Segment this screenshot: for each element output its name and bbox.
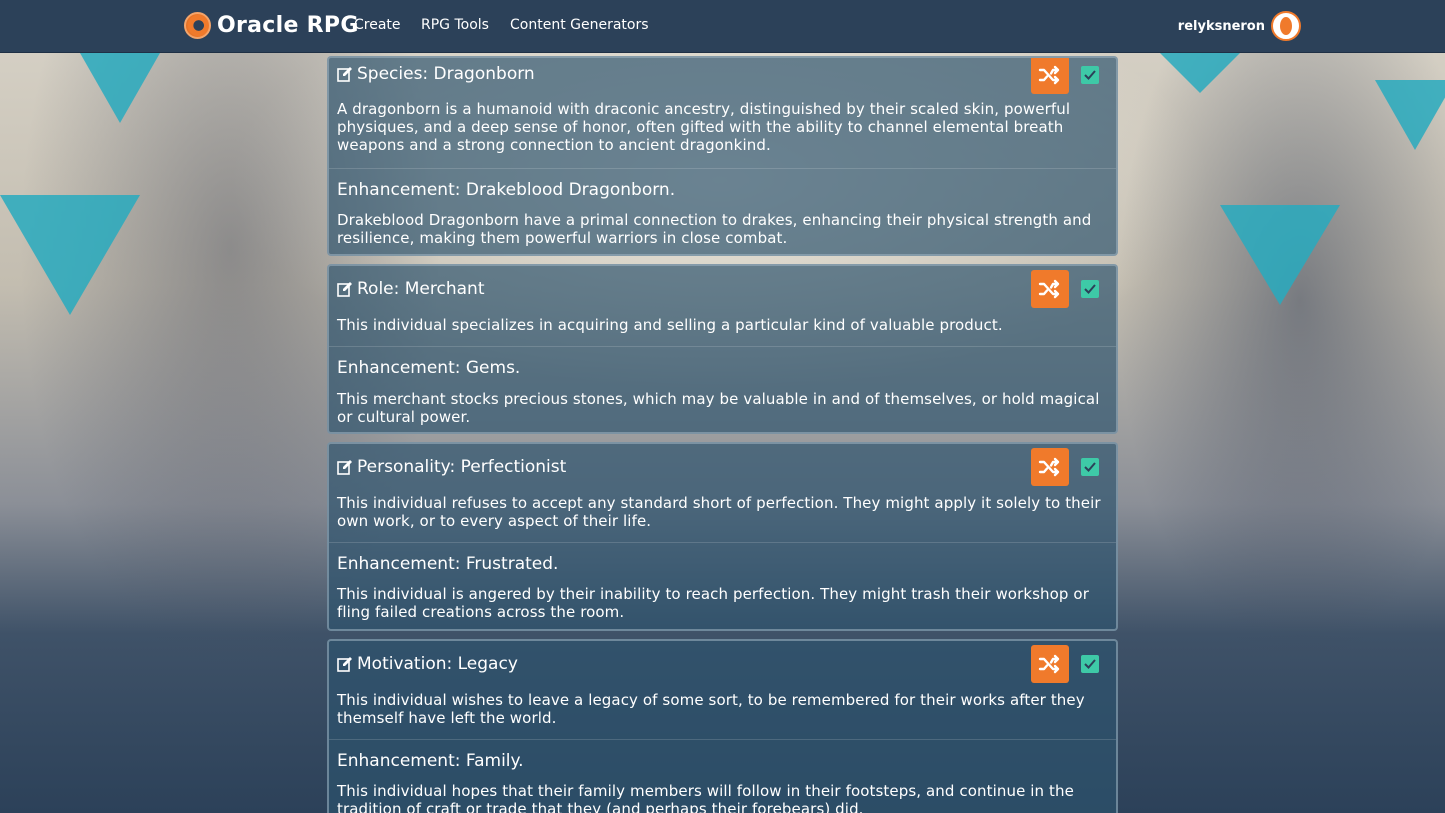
card-enhancement-section: Enhancement: Frustrated. This individual…	[329, 543, 1116, 629]
card-personality: Personality: Perfectionist This individu…	[327, 442, 1118, 631]
card-description: A dragonborn is a humanoid with draconic…	[337, 100, 1071, 154]
card-description: This individual specializes in acquiring…	[337, 316, 1003, 334]
enhancement-description: This individual is angered by their inab…	[337, 585, 1089, 621]
shuffle-button[interactable]	[1031, 58, 1069, 94]
check-icon	[1084, 70, 1096, 80]
include-checkbox[interactable]	[1081, 655, 1099, 673]
enhancement-title: Enhancement: Family.	[337, 751, 524, 771]
card-main-section: Species: Dragonborn A dragonborn is a hu…	[329, 58, 1116, 168]
decor-triangle	[0, 195, 140, 315]
enhancement-description: This merchant stocks precious stones, wh…	[337, 390, 1100, 426]
brand-logo[interactable]: Oracle RPG	[184, 12, 359, 39]
shuffle-icon	[1038, 457, 1060, 477]
decor-triangle	[1375, 80, 1445, 150]
decor-triangle	[80, 53, 160, 123]
include-checkbox[interactable]	[1081, 66, 1099, 84]
brand-name: Oracle RPG	[217, 13, 359, 38]
avatar[interactable]	[1271, 11, 1301, 41]
edit-icon[interactable]	[337, 66, 353, 82]
card-title: Species: Dragonborn	[357, 64, 535, 84]
edit-icon[interactable]	[337, 459, 353, 475]
card-title: Role: Merchant	[357, 279, 485, 299]
card-description: This individual wishes to leave a legacy…	[337, 691, 1085, 727]
enhancement-description: This individual hopes that their family …	[337, 782, 1074, 813]
card-title-row: Role: Merchant	[337, 279, 484, 299]
enhancement-title: Enhancement: Gems.	[337, 358, 521, 378]
card-title-row: Species: Dragonborn	[337, 64, 535, 84]
shuffle-icon	[1038, 654, 1060, 674]
card-main-section: Role: Merchant This individual specializ…	[329, 266, 1116, 346]
card-enhancement-section: Enhancement: Gems. This merchant stocks …	[329, 347, 1116, 432]
oracle-logo-icon	[184, 12, 211, 39]
username[interactable]: relyksneron	[1178, 19, 1265, 34]
check-icon	[1084, 462, 1096, 472]
include-checkbox[interactable]	[1081, 458, 1099, 476]
edit-icon[interactable]	[337, 281, 353, 297]
card-main-section: Motivation: Legacy This individual wishe…	[329, 641, 1116, 739]
enhancement-description: Drakeblood Dragonborn have a primal conn…	[337, 211, 1092, 247]
shuffle-button[interactable]	[1031, 645, 1069, 683]
enhancement-title: Enhancement: Frustrated.	[337, 554, 559, 574]
shuffle-icon	[1038, 279, 1060, 299]
card-main-section: Personality: Perfectionist This individu…	[329, 444, 1116, 542]
decor-triangle	[1160, 53, 1240, 93]
edit-icon[interactable]	[337, 656, 353, 672]
card-role: Role: Merchant This individual specializ…	[327, 264, 1118, 434]
check-icon	[1084, 659, 1096, 669]
decor-triangle	[1220, 205, 1340, 305]
card-title-row: Motivation: Legacy	[337, 654, 518, 674]
card-species: Species: Dragonborn A dragonborn is a hu…	[327, 56, 1118, 256]
card-description: This individual refuses to accept any st…	[337, 494, 1101, 530]
nav-rpg-tools[interactable]: RPG Tools	[421, 17, 489, 33]
enhancement-title: Enhancement: Drakeblood Dragonborn.	[337, 180, 676, 200]
shuffle-button[interactable]	[1031, 448, 1069, 486]
top-navbar: Oracle RPG Create RPG Tools Content Gene…	[0, 0, 1445, 53]
card-title: Personality: Perfectionist	[357, 457, 567, 477]
card-motivation: Motivation: Legacy This individual wishe…	[327, 639, 1118, 813]
card-title-row: Personality: Perfectionist	[337, 457, 566, 477]
card-enhancement-section: Enhancement: Drakeblood Dragonborn. Drak…	[329, 169, 1116, 254]
avatar-icon	[1280, 17, 1292, 35]
check-icon	[1084, 284, 1096, 294]
card-enhancement-section: Enhancement: Family. This individual hop…	[329, 740, 1116, 813]
card-title: Motivation: Legacy	[357, 654, 518, 674]
shuffle-button[interactable]	[1031, 270, 1069, 308]
nav-content-generators[interactable]: Content Generators	[510, 17, 649, 33]
shuffle-icon	[1038, 65, 1060, 85]
include-checkbox[interactable]	[1081, 280, 1099, 298]
nav-create[interactable]: Create	[354, 17, 401, 33]
